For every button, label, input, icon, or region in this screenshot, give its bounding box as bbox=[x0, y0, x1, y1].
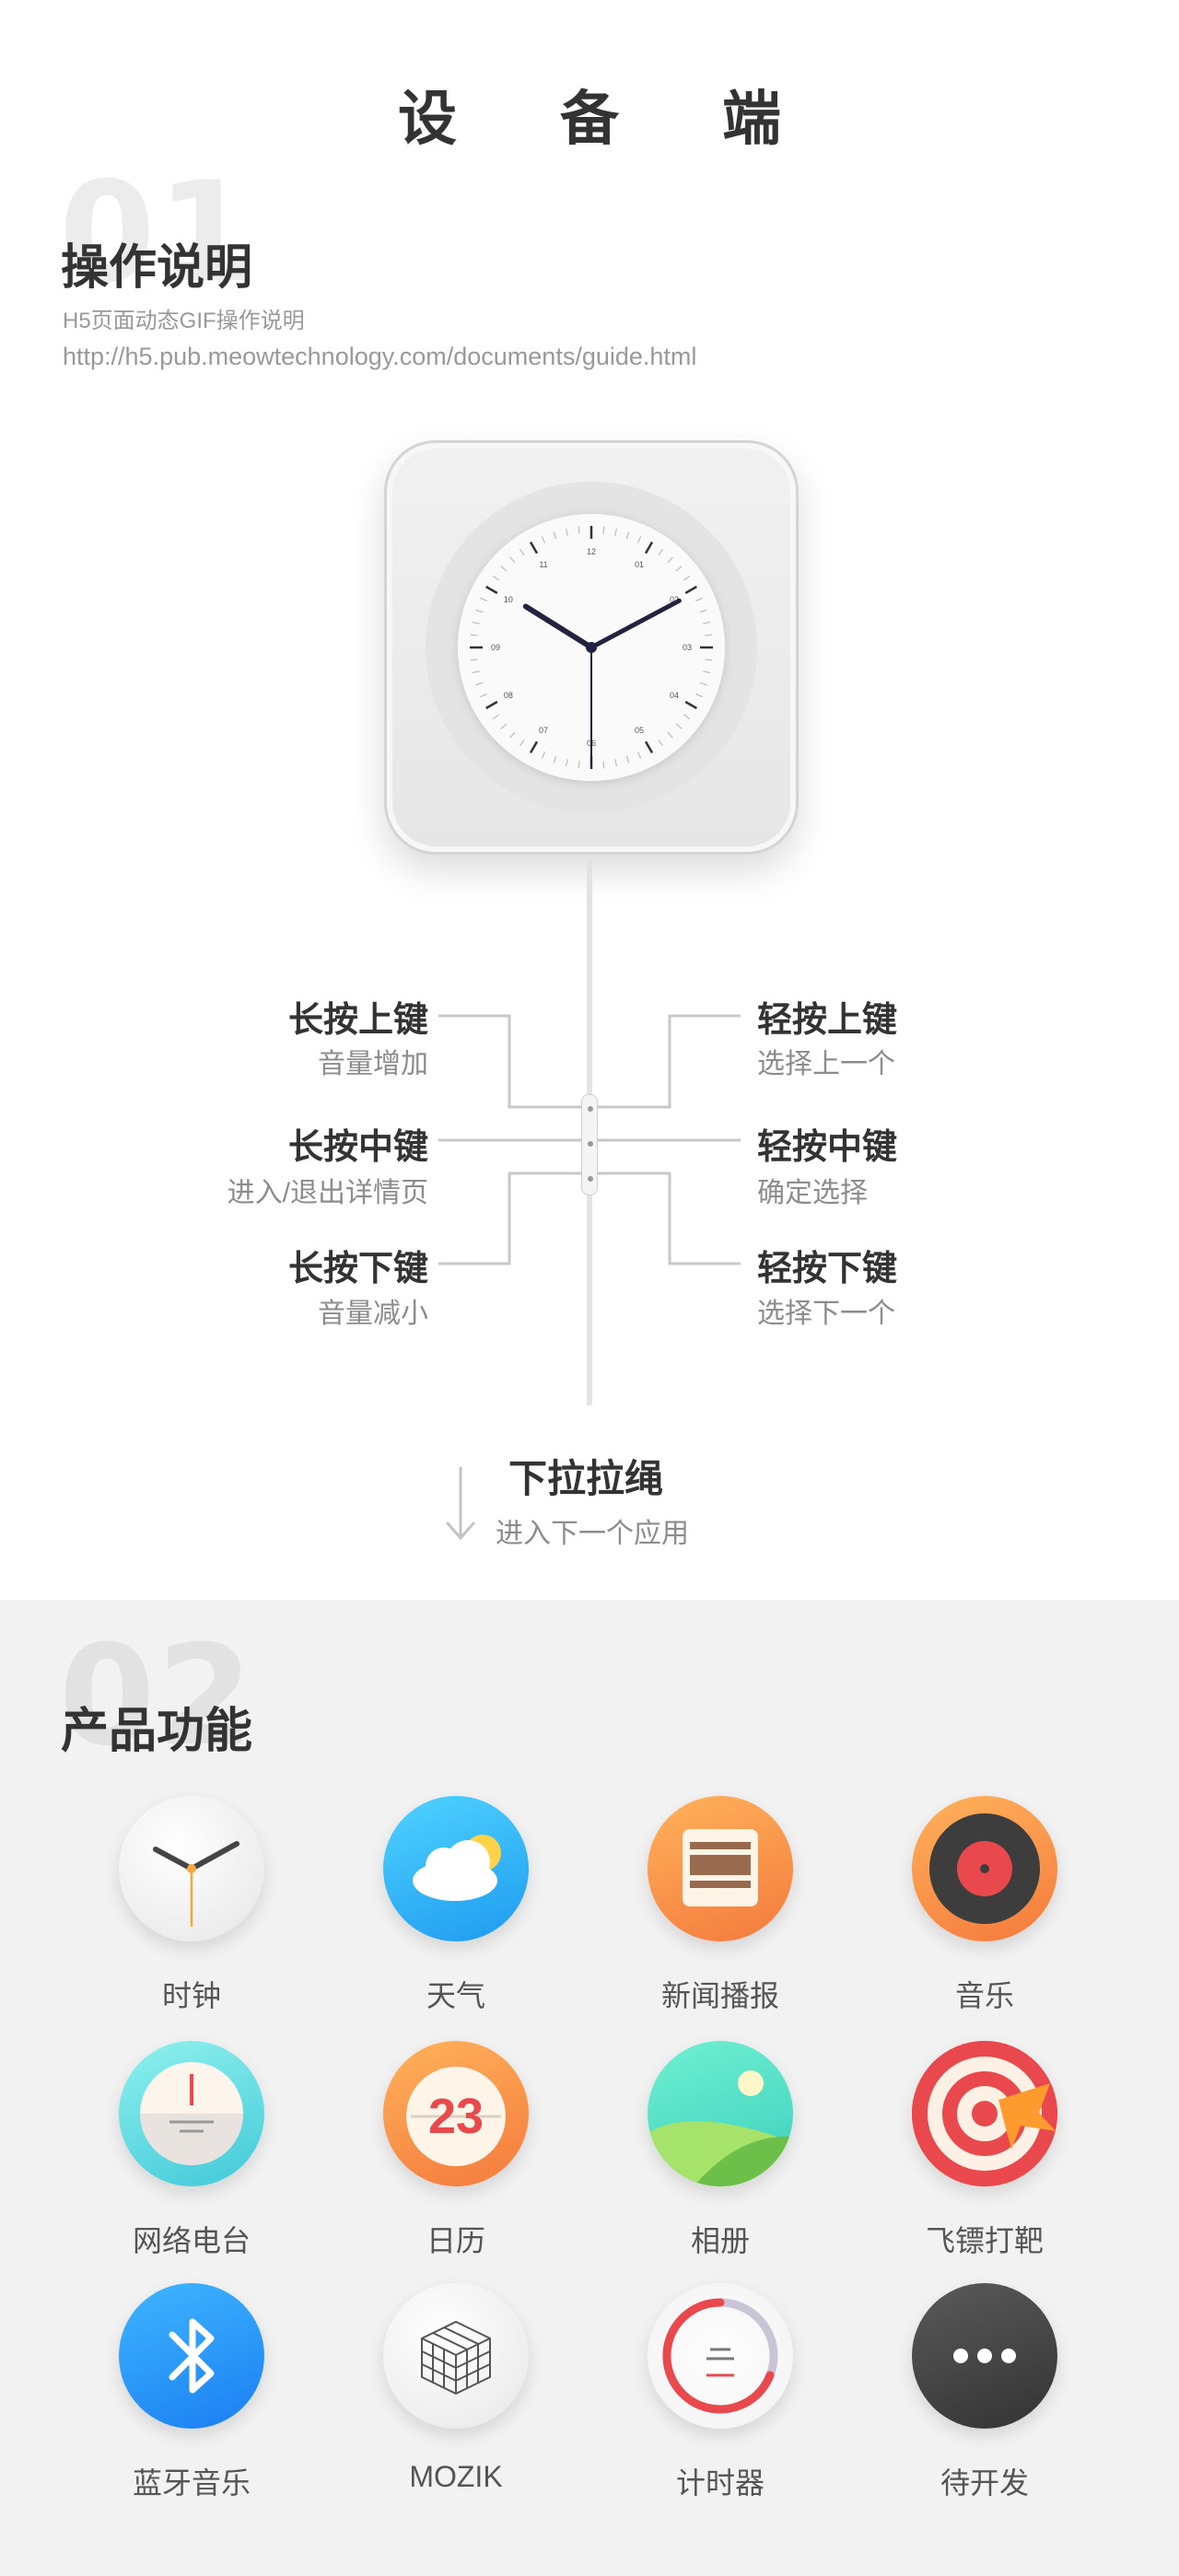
app-music[interactable]: 音乐 bbox=[893, 1796, 1077, 2015]
app-calendar[interactable]: 23 日历 bbox=[364, 2041, 548, 2260]
long-press-up-desc: 音量增加 bbox=[318, 1049, 428, 1079]
pull-desc: 进入下一个应用 bbox=[496, 1519, 689, 1549]
app-weather[interactable]: 天气 bbox=[364, 1796, 548, 2015]
features-section: 02 产品功能 时钟 天气 新闻播报 音乐 网络电台 23 日历 相册 飞镖打靶… bbox=[0, 1600, 1179, 2576]
tap-down-title: 轻按下键 bbox=[757, 1250, 898, 1288]
long-press-down-desc: 音量减小 bbox=[318, 1299, 428, 1329]
tap-middle-desc: 确定选择 bbox=[757, 1178, 868, 1208]
app-label: 计时器 bbox=[675, 2466, 765, 2500]
news-icon bbox=[648, 1796, 793, 1941]
tap-middle-title: 轻按中键 bbox=[757, 1128, 898, 1167]
long-press-up-title: 长按上键 bbox=[287, 1001, 428, 1040]
long-press-middle-title: 长按中键 bbox=[287, 1128, 428, 1167]
app-label: 网络电台 bbox=[132, 2224, 251, 2257]
app-clock[interactable]: 时钟 bbox=[99, 1796, 284, 2015]
app-label: 待开发 bbox=[940, 2466, 1029, 2500]
section-heading: 产品功能 bbox=[61, 1705, 253, 1758]
app-darts[interactable]: 飞镖打靶 bbox=[893, 2041, 1077, 2260]
app-label: 音乐 bbox=[954, 1979, 1014, 2012]
long-press-middle-desc: 进入/退出详情页 bbox=[227, 1178, 428, 1208]
app-news[interactable]: 新闻播报 bbox=[628, 1796, 812, 2015]
app-label: 蓝牙音乐 bbox=[132, 2466, 251, 2500]
long-press-down-title: 长按下键 bbox=[287, 1250, 428, 1288]
app-label: 飞镖打靶 bbox=[925, 2224, 1044, 2257]
app-album[interactable]: 相册 bbox=[628, 2041, 812, 2260]
tap-up-desc: 选择上一个 bbox=[757, 1049, 895, 1079]
app-label: 相册 bbox=[690, 2224, 750, 2257]
darts-icon bbox=[912, 2041, 1057, 2186]
music-icon bbox=[912, 1796, 1057, 1941]
app-label: 时钟 bbox=[161, 1979, 221, 2012]
app-label: MOZIK bbox=[409, 2460, 503, 2493]
arrow-down-icon bbox=[446, 1466, 475, 1541]
cube-icon bbox=[383, 2283, 529, 2429]
radio-icon bbox=[119, 2041, 264, 2186]
more-icon bbox=[912, 2283, 1057, 2429]
clock-icon bbox=[119, 1796, 264, 1941]
calendar-date: 23 bbox=[428, 2089, 484, 2144]
tap-up-title: 轻按上键 bbox=[757, 1001, 898, 1040]
calendar-icon: 23 bbox=[383, 2041, 529, 2186]
bluetooth-icon bbox=[119, 2283, 264, 2429]
tap-down-desc: 选择下一个 bbox=[757, 1299, 895, 1329]
connector-lines bbox=[438, 1014, 741, 1265]
timer-icon bbox=[648, 2283, 793, 2429]
app-radio[interactable]: 网络电台 bbox=[99, 2041, 284, 2260]
weather-icon bbox=[383, 1796, 529, 1941]
app-bluetooth[interactable]: 蓝牙音乐 bbox=[99, 2283, 284, 2502]
app-label: 新闻播报 bbox=[660, 1979, 779, 2012]
app-timer[interactable]: 计时器 bbox=[628, 2283, 812, 2502]
app-mozik[interactable]: MOZIK bbox=[364, 2283, 548, 2494]
app-more[interactable]: 待开发 bbox=[893, 2283, 1077, 2502]
app-label: 天气 bbox=[426, 1979, 485, 2012]
app-label: 日历 bbox=[426, 2224, 485, 2257]
album-icon bbox=[648, 2041, 793, 2186]
pull-title: 下拉拉绳 bbox=[508, 1457, 664, 1500]
